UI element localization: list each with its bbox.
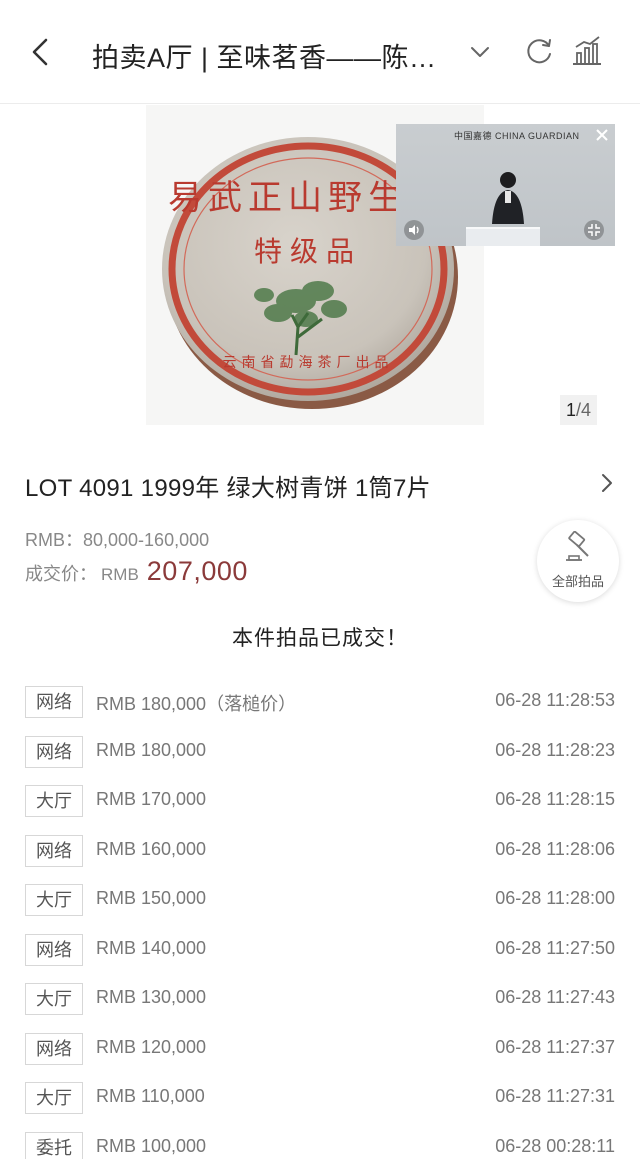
image-counter-current: 1 <box>566 400 577 420</box>
estimate-range: RMB：80,000-160,000 <box>25 530 210 550</box>
bid-price: RMB 130,000 <box>96 987 207 1007</box>
sold-message: 本件拍品已成交！ <box>232 627 408 650</box>
bid-channel-tag: 大厅 <box>25 983 83 1015</box>
bid-time: 06-28 11:28:53 <box>495 690 615 710</box>
bid-price: RMB 110,000 <box>96 1086 205 1106</box>
bar-chart-icon[interactable] <box>570 34 604 68</box>
bid-channel-tag: 大厅 <box>25 884 83 916</box>
bid-channel-tag: 网络 <box>25 1032 83 1065</box>
back-chevron-left-icon[interactable] <box>22 32 62 72</box>
dropdown-chevron-down-icon[interactable] <box>466 38 494 66</box>
bid-price: RMB 180,000（落槌价） <box>96 694 297 714</box>
bid-time: 06-28 00:28:11 <box>495 1135 615 1156</box>
image-counter: 1/4 <box>560 395 598 425</box>
hammer-price-value: 207,000 <box>146 556 248 586</box>
bid-channel-tag: 网络 <box>25 686 83 718</box>
auctioneer-figure <box>492 172 524 224</box>
bid-price: RMB 160,000 <box>96 838 207 859</box>
all-lots-label: 全部拍品 <box>551 574 604 589</box>
bid-row: 网络 RMB 180,000（落槌价） 06-28 11:28:53 <box>0 684 640 722</box>
lot-title[interactable]: LOT 4091 1999年 绿大树青饼 1筒7片 <box>25 468 431 503</box>
bid-time: 06-28 11:28:23 <box>495 739 615 760</box>
bid-row: 大厅 RMB 110,000 06-28 11:27:31 <box>0 1080 640 1118</box>
bid-row: 大厅 RMB 170,000 06-28 11:28:15 <box>0 783 640 821</box>
bid-time: 06-28 11:28:00 <box>495 888 615 908</box>
svg-text:云南省勐海茶厂出品: 云南省勐海茶厂出品 <box>223 355 394 371</box>
image-counter-total: /4 <box>576 400 592 420</box>
bid-time: 06-28 11:28:15 <box>495 789 615 809</box>
speaker-icon[interactable] <box>404 220 424 240</box>
bid-time: 06-28 11:27:31 <box>495 1086 615 1106</box>
bid-channel-tag: 网络 <box>25 834 83 867</box>
podium <box>466 227 540 246</box>
lot-detail-chevron-right-icon[interactable] <box>596 472 618 494</box>
bid-price: RMB 120,000 <box>96 1036 207 1057</box>
bid-time: 06-28 11:27:37 <box>495 1036 615 1057</box>
hammer-price-row: 成交价： RMB 207,000 <box>25 556 248 590</box>
auction-room-title[interactable]: 拍卖A厅 | 至味茗香——陈年… <box>92 36 462 75</box>
bid-channel-tag: 网络 <box>25 933 83 966</box>
bid-row: 大厅 RMB 150,000 06-28 11:28:00 <box>0 882 640 920</box>
bid-channel-tag: 大厅 <box>25 1082 83 1114</box>
close-icon[interactable] <box>593 126 611 144</box>
live-video-player[interactable]: 中国嘉德 CHINA GUARDIAN <box>396 124 615 246</box>
refresh-icon[interactable] <box>522 34 556 68</box>
bid-row: 大厅 RMB 130,000 06-28 11:27:43 <box>0 981 640 1019</box>
svg-text:特级品: 特级品 <box>254 235 362 268</box>
shrink-icon[interactable] <box>584 220 604 240</box>
bid-row: 委托 RMB 100,000 06-28 00:28:11 <box>0 1130 640 1159</box>
bid-row: 网络 RMB 120,000 06-28 11:27:37 <box>0 1031 640 1069</box>
bid-row: 网络 RMB 160,000 06-28 11:28:06 <box>0 833 640 871</box>
bid-channel-tag: 网络 <box>25 735 83 768</box>
hammer-price-label: 成交价： <box>25 564 97 584</box>
bid-row: 网络 RMB 140,000 06-28 11:27:50 <box>0 932 640 970</box>
gavel-icon <box>566 531 589 561</box>
bid-price: RMB 170,000 <box>96 789 207 809</box>
bid-channel-tag: 大厅 <box>25 785 83 817</box>
bid-time: 06-28 11:27:43 <box>495 987 615 1007</box>
hammer-price-currency: RMB <box>101 565 139 584</box>
bid-price: RMB 100,000 <box>96 1135 207 1156</box>
bid-channel-tag: 委托 <box>25 1131 83 1159</box>
top-nav-bar: 拍卖A厅 | 至味茗香——陈年… <box>0 0 640 104</box>
bid-price: RMB 180,000 <box>96 739 207 760</box>
bid-time: 06-28 11:27:50 <box>495 937 615 958</box>
bid-price: RMB 150,000 <box>96 888 207 908</box>
all-lots-button[interactable]: 全部拍品 <box>537 520 619 602</box>
bid-time: 06-28 11:28:06 <box>495 838 615 859</box>
bid-price: RMB 140,000 <box>96 937 207 958</box>
video-auction-house-logo: 中国嘉德 CHINA GUARDIAN <box>454 131 580 141</box>
bid-row: 网络 RMB 180,000 06-28 11:28:23 <box>0 734 640 772</box>
